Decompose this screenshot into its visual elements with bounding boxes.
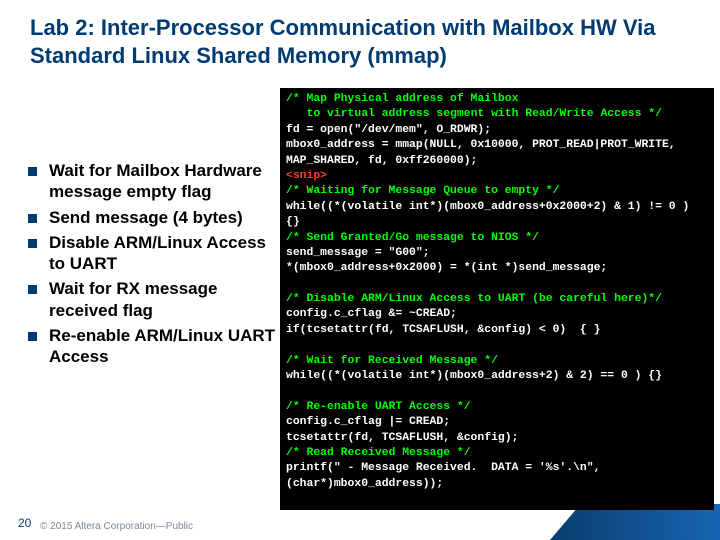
list-item: Wait for RX message received flag [28, 278, 276, 321]
code-line: config.c_cflag |= CREAD; [286, 416, 450, 428]
code-comment: /* Re-enable UART Access */ [286, 401, 471, 413]
code-comment: /* Read Received Message */ [286, 447, 471, 459]
code-line: tcsetattr(fd, TCSAFLUSH, &config); [286, 432, 518, 444]
bullet-text: Re-enable ARM/Linux UART Access [49, 325, 276, 368]
code-line: send_message = "G00"; [286, 247, 430, 259]
list-item: Wait for Mailbox Hardware message empty … [28, 160, 276, 203]
code-comment: /* Waiting for Message Queue to empty */ [286, 185, 559, 197]
bullet-icon [28, 239, 37, 248]
list-item: Disable ARM/Linux Access to UART [28, 232, 276, 275]
list-item: Send message (4 bytes) [28, 207, 276, 228]
slide: Lab 2: Inter-Processor Communication wit… [0, 0, 720, 540]
code-block: /* Map Physical address of Mailbox to vi… [280, 88, 714, 510]
code-line: if(tcsetattr(fd, TCSAFLUSH, &config) < 0… [286, 324, 600, 336]
code-comment: /* Wait for Received Message */ [286, 355, 498, 367]
code-comment: to virtual address segment with Read/Wri… [286, 108, 662, 120]
bullet-icon [28, 332, 37, 341]
bullet-icon [28, 285, 37, 294]
footer-copyright: © 2015 Altera Corporation—Public [40, 521, 193, 532]
bullet-icon [28, 167, 37, 176]
list-item: Re-enable ARM/Linux UART Access [28, 325, 276, 368]
bullet-icon [28, 214, 37, 223]
code-comment: /* Send Granted/Go message to NIOS */ [286, 232, 539, 244]
code-line: printf(" - Message Received. DATA = '%s'… [286, 462, 607, 489]
slide-title: Lab 2: Inter-Processor Communication wit… [30, 14, 700, 69]
bullet-list: Wait for Mailbox Hardware message empty … [28, 160, 276, 371]
page-number: 20 [18, 516, 31, 530]
code-line: mbox0_address = mmap(NULL, 0x10000, PROT… [286, 139, 682, 166]
code-line: *(mbox0_address+0x2000) = *(int *)send_m… [286, 262, 607, 274]
code-comment: /* Disable ARM/Linux Access to UART (be … [286, 293, 662, 305]
code-comment: /* Map Physical address of Mailbox [286, 93, 518, 105]
code-snip: <snip> [286, 170, 327, 182]
bullet-text: Send message (4 bytes) [49, 207, 243, 228]
bullet-text: Wait for Mailbox Hardware message empty … [49, 160, 276, 203]
bullet-text: Disable ARM/Linux Access to UART [49, 232, 276, 275]
code-line: fd = open("/dev/mem", O_RDWR); [286, 124, 491, 136]
code-line: while((*(volatile int*)(mbox0_address+0x… [286, 201, 696, 228]
bullet-text: Wait for RX message received flag [49, 278, 276, 321]
code-line: config.c_cflag &= ~CREAD; [286, 308, 457, 320]
code-line: while((*(volatile int*)(mbox0_address+2)… [286, 370, 662, 382]
